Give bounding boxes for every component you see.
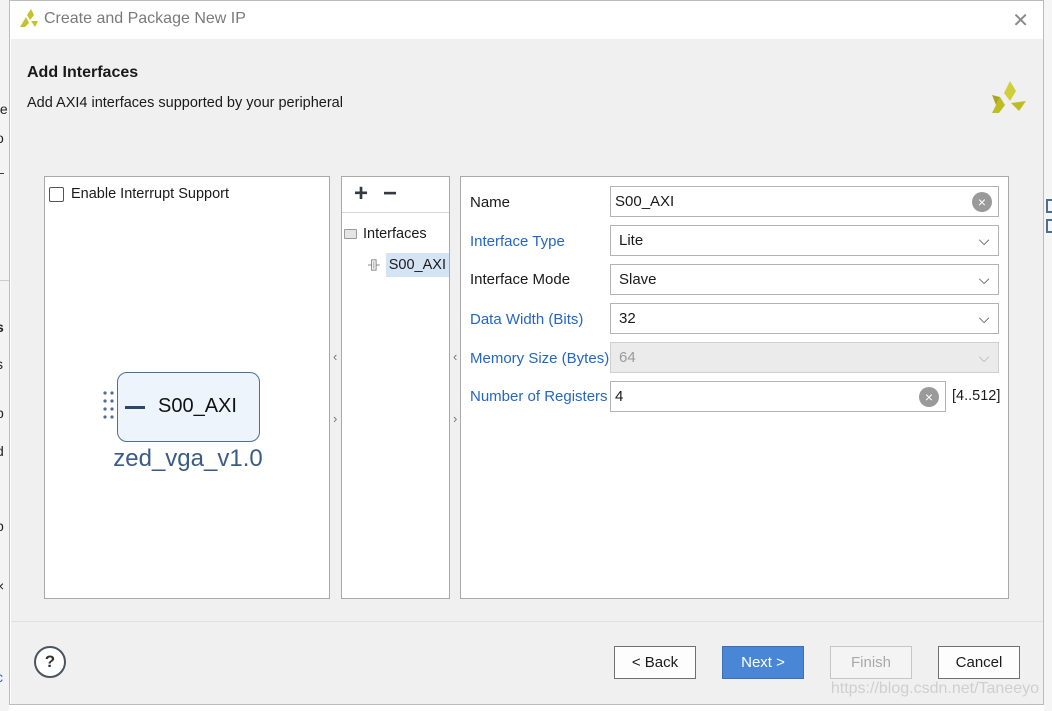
title-bar: Create and Package New IP ✕ bbox=[10, 1, 1043, 38]
finish-button: Finish bbox=[830, 646, 912, 679]
next-button[interactable]: Next > bbox=[722, 646, 804, 679]
create-package-ip-dialog: Create and Package New IP ✕ Add Interfac… bbox=[9, 0, 1044, 705]
tree-root-interfaces[interactable]: Interfaces bbox=[344, 226, 427, 242]
add-interface-button[interactable]: + bbox=[354, 182, 368, 206]
enable-interrupt-checkbox[interactable] bbox=[49, 186, 64, 202]
chevron-down-icon: ⌵ bbox=[978, 271, 990, 287]
num-registers-label: Number of Registers bbox=[470, 388, 608, 405]
data-width-value: 32 bbox=[619, 310, 636, 327]
close-icon[interactable]: ✕ bbox=[1012, 8, 1029, 33]
bus-port-icon bbox=[125, 406, 145, 409]
bus-interface-icon bbox=[368, 259, 380, 271]
interface-properties-panel: Name S00_AXI × Interface Type Lite ⌵ Int… bbox=[460, 176, 1009, 599]
page-subtitle: Add AXI4 interfaces supported by your pe… bbox=[27, 95, 343, 111]
memory-size-select: 64 ⌵ bbox=[610, 342, 999, 373]
memory-size-label: Memory Size (Bytes) bbox=[470, 350, 610, 367]
tree-root-label: Interfaces bbox=[363, 226, 427, 242]
interface-mode-select[interactable]: Slave ⌵ bbox=[610, 264, 999, 295]
ip-symbol-panel: Enable Interrupt Support S00_AXI zed_vga… bbox=[44, 176, 330, 599]
back-button[interactable]: < Back bbox=[614, 646, 696, 679]
data-width-label: Data Width (Bits) bbox=[470, 311, 584, 328]
background-app-right-edge bbox=[1044, 0, 1052, 711]
clear-registers-icon[interactable]: × bbox=[919, 386, 939, 407]
ip-name: zed_vga_v1.0 bbox=[113, 445, 263, 472]
ip-block: S00_AXI bbox=[117, 372, 260, 442]
window-title: Create and Package New IP bbox=[44, 10, 246, 27]
enable-interrupt-row[interactable]: Enable Interrupt Support bbox=[49, 186, 229, 202]
memory-size-value: 64 bbox=[619, 349, 636, 366]
interfaces-tree-panel: + − Interfaces S00_AXI bbox=[341, 176, 450, 599]
bg-fragment: _ bbox=[0, 158, 4, 174]
chevron-down-icon: ⌵ bbox=[978, 310, 990, 326]
tree-item-s00-axi[interactable]: S00_AXI bbox=[368, 251, 449, 279]
tree-item-label: S00_AXI bbox=[385, 253, 449, 277]
bg-fragment: × bbox=[0, 578, 5, 594]
xilinx-logo-icon bbox=[992, 81, 1026, 113]
name-value: S00_AXI bbox=[615, 193, 675, 210]
bg-fragment: d bbox=[0, 443, 4, 459]
enable-interrupt-label: Enable Interrupt Support bbox=[71, 186, 229, 202]
interface-mode-value: Slave bbox=[619, 271, 657, 288]
background-app-left-edge: te o _ s s p d p × c bbox=[0, 0, 9, 711]
expand-right-icon[interactable]: › bbox=[333, 411, 337, 426]
drag-handle-icon bbox=[103, 391, 114, 419]
data-width-select[interactable]: 32 ⌵ bbox=[610, 303, 999, 334]
interface-mode-label: Interface Mode bbox=[470, 271, 571, 288]
bg-fragment: c bbox=[0, 669, 3, 685]
clear-name-icon[interactable]: × bbox=[972, 191, 992, 212]
wizard-header: Add Interfaces Add AXI4 interfaces suppo… bbox=[11, 39, 1043, 139]
bg-fragment: s bbox=[0, 356, 3, 372]
collapse-left-icon[interactable]: ‹ bbox=[453, 349, 457, 364]
bg-fragment: o bbox=[0, 130, 4, 146]
wizard-footer: ? < Back Next > Finish Cancel https://bl… bbox=[11, 621, 1043, 704]
wizard-content: Enable Interrupt Support S00_AXI zed_vga… bbox=[11, 139, 1043, 621]
num-registers-value: 4 bbox=[615, 388, 624, 405]
collapse-left-icon[interactable]: ‹ bbox=[333, 349, 337, 364]
bg-fragment: p bbox=[0, 405, 4, 421]
watermark: https://blog.csdn.net/Taneeyo bbox=[830, 680, 1039, 697]
num-registers-range: [4..512] bbox=[952, 388, 1001, 404]
remove-interface-button[interactable]: − bbox=[383, 182, 397, 206]
page-title: Add Interfaces bbox=[27, 64, 139, 81]
xilinx-logo-icon bbox=[20, 9, 38, 27]
bg-fragment: s bbox=[0, 319, 4, 335]
bg-fragment: p bbox=[0, 518, 4, 534]
name-field[interactable]: S00_AXI × bbox=[610, 186, 999, 217]
num-registers-field[interactable]: 4 × bbox=[610, 381, 946, 412]
interface-type-label: Interface Type bbox=[470, 233, 565, 250]
expand-right-icon[interactable]: › bbox=[453, 411, 457, 426]
interface-type-value: Lite bbox=[619, 232, 644, 249]
bg-fragment: te bbox=[0, 101, 8, 117]
chevron-down-icon: ⌵ bbox=[978, 232, 990, 248]
interface-type-select[interactable]: Lite ⌵ bbox=[610, 225, 999, 256]
name-label: Name bbox=[470, 194, 511, 211]
cancel-button[interactable]: Cancel bbox=[938, 646, 1020, 679]
chevron-down-icon: ⌵ bbox=[978, 349, 990, 365]
ip-block-port-label: S00_AXI bbox=[158, 395, 237, 417]
interfaces-toolbar: + − bbox=[342, 177, 449, 213]
help-button[interactable]: ? bbox=[34, 646, 66, 678]
folder-icon bbox=[344, 229, 357, 239]
